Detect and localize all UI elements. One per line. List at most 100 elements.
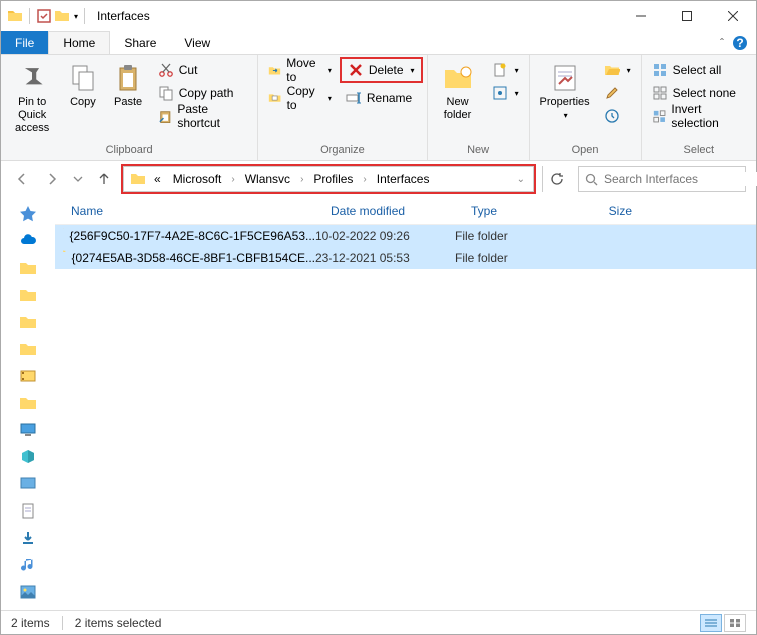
ribbon-group-open: Properties ▾ ▾ Open	[530, 55, 642, 160]
nav-onedrive[interactable]	[19, 232, 37, 250]
main-area: Name Date modified Type Size {256F9C50-1…	[1, 197, 756, 610]
copy-path-button[interactable]: Copy path	[154, 82, 252, 104]
search-input[interactable]	[604, 172, 757, 186]
file-list: Name Date modified Type Size {256F9C50-1…	[55, 197, 756, 610]
select-all-button[interactable]: Select all	[648, 59, 750, 81]
history-button[interactable]	[600, 105, 635, 127]
address-bar-row: « Microsoft › Wlansvc › Profiles › Inter…	[1, 161, 756, 197]
breadcrumb-item[interactable]: Profiles	[309, 170, 357, 188]
search-icon	[585, 173, 598, 186]
select-none-button[interactable]: Select none	[648, 82, 750, 104]
delete-x-icon	[348, 62, 364, 78]
maximize-button[interactable]	[664, 1, 710, 31]
address-bar[interactable]: « Microsoft › Wlansvc › Profiles › Inter…	[123, 166, 534, 192]
recent-locations-button[interactable]	[71, 168, 85, 190]
nav-documents[interactable]	[19, 502, 37, 520]
chevron-right-icon[interactable]: ›	[229, 174, 236, 185]
folder-icon	[130, 171, 146, 187]
tabs-right: ˆ ?	[720, 31, 756, 54]
nav-quick-access[interactable]	[19, 205, 37, 223]
cut-button[interactable]: Cut	[154, 59, 252, 81]
window-controls	[618, 1, 756, 31]
nav-downloads[interactable]	[19, 529, 37, 547]
up-button[interactable]	[93, 168, 115, 190]
ribbon-group-organize: Move to▾ Copy to▾ Delete▾	[258, 55, 427, 160]
search-box[interactable]	[578, 166, 746, 192]
close-button[interactable]	[710, 1, 756, 31]
nav-videos[interactable]	[19, 367, 37, 385]
pin-to-quick-access-button[interactable]: Pin to Quick access	[7, 59, 57, 139]
ribbon-collapse-icon[interactable]: ˆ	[720, 36, 724, 50]
file-name: {256F9C50-17F7-4A2E-8C6C-1F5CE96A53...	[70, 229, 315, 243]
breadcrumb-overflow[interactable]: «	[150, 170, 165, 188]
col-date[interactable]: Date modified	[323, 204, 463, 218]
nav-folder[interactable]	[19, 394, 37, 412]
col-type[interactable]: Type	[463, 204, 571, 218]
tab-file[interactable]: File	[1, 31, 48, 54]
refresh-button[interactable]	[542, 166, 570, 192]
col-size[interactable]: Size	[571, 204, 641, 218]
chevron-right-icon[interactable]: ›	[361, 174, 368, 185]
nav-pane	[1, 197, 55, 610]
history-icon	[604, 108, 620, 124]
copy-button[interactable]: Copy	[63, 59, 102, 112]
tab-home[interactable]: Home	[48, 31, 110, 54]
view-large-icons-button[interactable]	[724, 614, 746, 632]
chevron-down-icon: ▾	[328, 94, 332, 103]
nav-3d-objects[interactable]	[19, 448, 37, 466]
edit-button[interactable]	[600, 82, 635, 104]
copy-to-icon	[268, 90, 281, 106]
nav-this-pc[interactable]	[19, 421, 37, 439]
paste-shortcut-icon	[158, 108, 173, 124]
group-label: Organize	[264, 142, 420, 158]
easy-access-button[interactable]: ▾	[488, 82, 523, 104]
nav-folder[interactable]	[19, 259, 37, 277]
qat-properties-icon[interactable]	[36, 8, 52, 24]
forward-button[interactable]	[41, 168, 63, 190]
qat-newfolder-icon[interactable]	[54, 8, 70, 24]
nav-folder[interactable]	[19, 286, 37, 304]
paste-shortcut-button[interactable]: Paste shortcut	[154, 105, 252, 127]
delete-button[interactable]: Delete▾	[342, 59, 421, 81]
file-row[interactable]: {256F9C50-17F7-4A2E-8C6C-1F5CE96A53... 1…	[55, 225, 756, 247]
breadcrumb-item[interactable]: Interfaces	[373, 170, 434, 188]
nav-music[interactable]	[19, 556, 37, 574]
status-selected-count: 2 items selected	[75, 616, 162, 630]
status-bar: 2 items 2 items selected	[1, 610, 756, 634]
invert-selection-button[interactable]: Invert selection	[648, 105, 750, 127]
help-icon[interactable]: ?	[732, 35, 748, 51]
ribbon: Pin to Quick access Copy Paste	[1, 55, 756, 161]
new-item-button[interactable]: ▾	[488, 59, 523, 81]
properties-button[interactable]: Properties ▾	[536, 59, 594, 123]
folder-icon	[63, 228, 64, 244]
back-button[interactable]	[11, 168, 33, 190]
rename-button[interactable]: Rename	[342, 87, 421, 109]
copy-to-button[interactable]: Copy to▾	[264, 87, 336, 109]
breadcrumb-item[interactable]: Wlansvc	[241, 170, 294, 188]
group-label: Clipboard	[7, 142, 251, 158]
nav-pictures[interactable]	[19, 583, 37, 601]
file-row[interactable]: {0274E5AB-3D58-46CE-8BF1-CBFB154CE... 23…	[55, 247, 756, 269]
nav-folder[interactable]	[19, 340, 37, 358]
move-to-button[interactable]: Move to▾	[264, 59, 336, 81]
file-type: File folder	[455, 229, 563, 243]
address-dropdown-icon[interactable]: ⌄	[515, 174, 527, 185]
nav-folder[interactable]	[19, 313, 37, 331]
chevron-down-icon: ▾	[515, 66, 519, 75]
tab-share[interactable]: Share	[110, 31, 170, 54]
open-button[interactable]: ▾	[600, 59, 635, 81]
minimize-button[interactable]	[618, 1, 664, 31]
status-item-count: 2 items	[11, 616, 50, 630]
tab-view[interactable]: View	[170, 31, 224, 54]
select-all-icon	[652, 62, 668, 78]
chevron-right-icon[interactable]: ›	[298, 174, 305, 185]
breadcrumb-item[interactable]: Microsoft	[169, 170, 226, 188]
rename-icon	[346, 90, 362, 106]
view-details-button[interactable]	[700, 614, 722, 632]
new-folder-button[interactable]: New folder	[434, 59, 482, 125]
qat-dropdown-icon[interactable]: ▾	[74, 12, 78, 21]
nav-desktop[interactable]	[19, 475, 37, 493]
file-type: File folder	[455, 251, 563, 265]
col-name[interactable]: Name	[63, 204, 323, 218]
paste-button[interactable]: Paste	[109, 59, 148, 112]
